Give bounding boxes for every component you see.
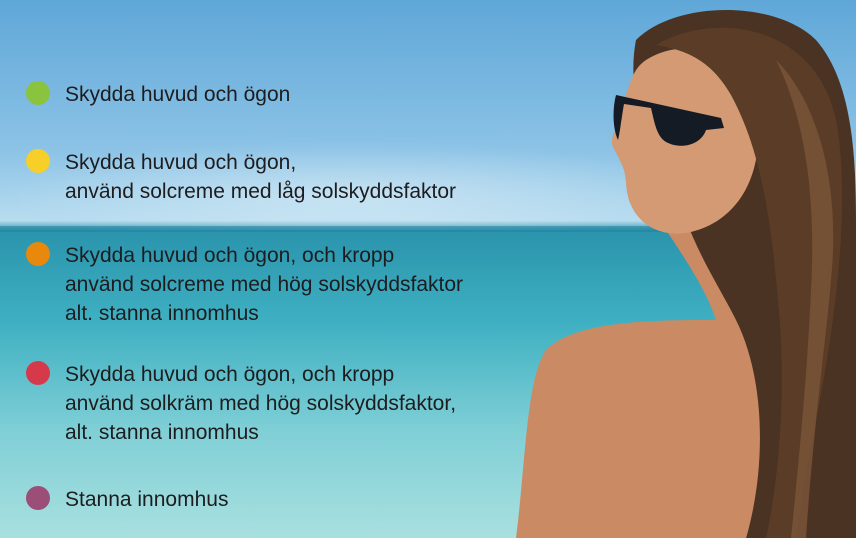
legend-line: använd solcreme med hög solskyddsfaktor <box>65 273 464 296</box>
legend-line: använd solcreme med låg solskyddsfaktor <box>65 180 457 203</box>
red-dot-icon <box>26 361 50 385</box>
legend-item-red: Skydda huvud och ögon, och kropp använd … <box>26 360 456 447</box>
legend-line: Skydda huvud och ögon <box>65 83 291 106</box>
legend-item-orange: Skydda huvud och ögon, och kropp använd … <box>26 241 463 328</box>
legend-item-green: Skydda huvud och ögon <box>26 80 290 109</box>
legend-item-text: Skydda huvud och ögon, använd solcreme m… <box>65 148 456 206</box>
woman-with-sunglasses-illustration <box>516 10 856 538</box>
purple-dot-icon <box>26 486 50 510</box>
legend-item-text: Skydda huvud och ögon, och kropp använd … <box>65 360 456 447</box>
legend-line: alt. stanna innomhus <box>65 302 259 325</box>
legend-line: Stanna innomhus <box>65 488 229 511</box>
legend-item-purple: Stanna innomhus <box>26 485 228 514</box>
yellow-dot-icon <box>26 149 50 173</box>
legend-line: använd solkräm med hög solskyddsfaktor, <box>65 392 457 415</box>
legend-line: Skydda huvud och ögon, och kropp <box>65 244 395 267</box>
beach-photo-background: Skydda huvud och ögon Skydda huvud och ö… <box>0 0 856 538</box>
legend-line: Skydda huvud och ögon, och kropp <box>65 363 395 386</box>
legend-line: alt. stanna innomhus <box>65 421 259 444</box>
legend-item-text: Skydda huvud och ögon <box>65 80 290 109</box>
legend-item-text: Skydda huvud och ögon, och kropp använd … <box>65 241 463 328</box>
green-dot-icon <box>26 81 50 105</box>
legend-line: Skydda huvud och ögon, <box>65 151 297 174</box>
legend-item-text: Stanna innomhus <box>65 485 228 514</box>
orange-dot-icon <box>26 242 50 266</box>
legend-item-yellow: Skydda huvud och ögon, använd solcreme m… <box>26 148 456 206</box>
uv-advice-legend: Skydda huvud och ögon Skydda huvud och ö… <box>0 0 560 538</box>
